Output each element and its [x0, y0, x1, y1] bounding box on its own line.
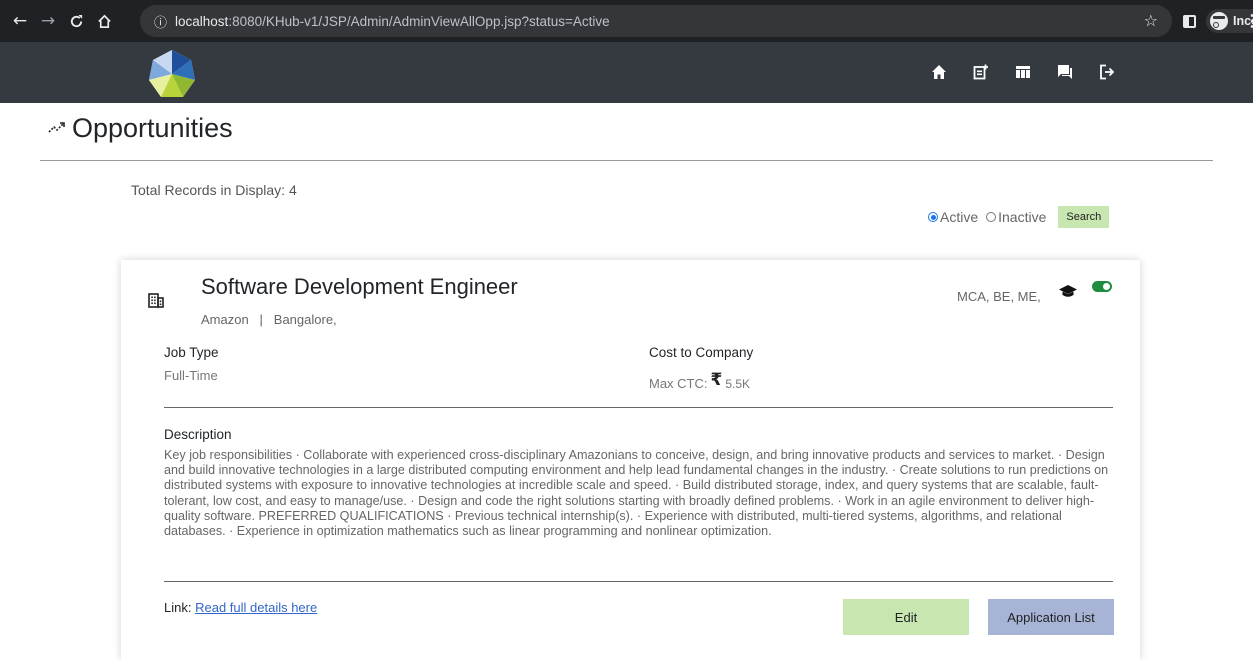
max-ctc-label: Max CTC:	[649, 376, 708, 391]
total-records: Total Records in Display: 4	[131, 182, 297, 198]
home-icon[interactable]	[90, 0, 118, 42]
home-icon[interactable]	[924, 60, 954, 84]
divider	[164, 581, 1113, 582]
status-toggle[interactable]	[1092, 281, 1112, 292]
search-button[interactable]: Search	[1058, 206, 1110, 228]
star-icon[interactable]: ☆	[1144, 11, 1158, 30]
opportunity-card: Software Development Engineer Amazon | B…	[121, 260, 1140, 660]
radio-inactive-dot[interactable]	[986, 212, 997, 222]
description-text: Key job responsibilities · Collaborate w…	[164, 448, 1109, 539]
back-icon[interactable]: ←	[6, 0, 34, 42]
sidebar-icon[interactable]	[1183, 14, 1196, 28]
radio-active-label: Active	[940, 209, 979, 225]
radio-active-dot[interactable]	[928, 212, 938, 222]
page-title: Opportunities	[48, 113, 233, 144]
link-row: Link: Read full details here	[164, 600, 317, 615]
url-path: :8080/KHub-v1/JSP/Admin/AdminViewAllOpp.…	[228, 13, 610, 29]
reload-icon[interactable]	[62, 0, 90, 42]
trending-icon	[48, 118, 66, 139]
header-nav	[924, 60, 1134, 84]
post-add-icon[interactable]	[966, 60, 996, 84]
address-bar[interactable]: ⓘ localhost :8080/KHub-v1/JSP/Admin/Admi…	[140, 5, 1172, 37]
ctc-label: Cost to Company	[649, 345, 754, 360]
radio-inactive[interactable]: Inactive	[986, 209, 1046, 225]
job-location: Bangalore,	[273, 312, 337, 327]
status-filter: Active Inactive Search	[928, 206, 1110, 228]
max-ctc-value: 5.5K	[725, 377, 751, 391]
forward-icon[interactable]: →	[34, 0, 62, 42]
read-full-details-link[interactable]: Read full details here	[195, 600, 317, 615]
title-divider	[40, 160, 1213, 161]
incognito-icon	[1210, 12, 1228, 30]
radio-active[interactable]: Active	[928, 209, 978, 225]
company-separator: |	[259, 312, 263, 327]
info-icon[interactable]: ⓘ	[154, 12, 167, 31]
job-type-label: Job Type	[164, 345, 219, 360]
job-title: Software Development Engineer	[201, 274, 518, 299]
company-name: Amazon	[201, 312, 249, 327]
divider	[164, 407, 1113, 408]
qualifications: MCA, BE, ME,	[957, 289, 1041, 304]
menu-icon[interactable]: ⋮	[1244, 14, 1253, 30]
table-icon[interactable]	[1008, 60, 1038, 84]
chrome-right-controls: Incognito	[1183, 0, 1253, 42]
company-location: Amazon | Bangalore,	[201, 312, 337, 327]
job-type-value: Full-Time	[164, 368, 218, 383]
rupee-icon: ₹	[710, 370, 723, 390]
page-title-text: Opportunities	[72, 113, 233, 143]
app-header	[0, 42, 1253, 103]
max-ctc: Max CTC: ₹5.5K	[649, 370, 751, 393]
logo-icon[interactable]	[146, 48, 198, 100]
browser-toolbar: ← → ⓘ localhost :8080/KHub-v1/JSP/Admin/…	[0, 0, 1253, 42]
radio-inactive-label: Inactive	[998, 209, 1047, 225]
link-label: Link:	[164, 600, 192, 615]
url-host: localhost	[175, 13, 229, 29]
building-icon	[148, 293, 164, 308]
description-label: Description	[164, 427, 232, 442]
logout-icon[interactable]	[1092, 60, 1122, 84]
chat-icon[interactable]	[1050, 60, 1080, 84]
application-list-button[interactable]: Application List	[988, 599, 1114, 635]
graduation-cap-icon	[1059, 285, 1077, 297]
edit-button[interactable]: Edit	[843, 599, 969, 635]
